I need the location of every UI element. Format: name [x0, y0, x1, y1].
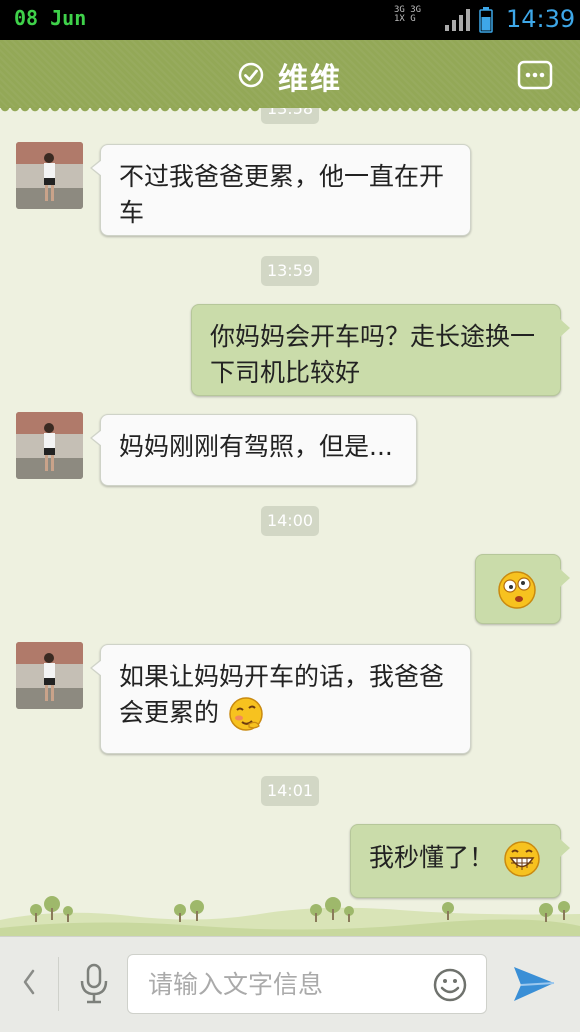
- message-text: 我秒懂了！: [369, 843, 495, 872]
- contact-avatar[interactable]: [16, 412, 83, 479]
- message-text: 妈妈刚刚有驾照，但是...: [119, 432, 393, 461]
- title-bar: 维维: [0, 40, 580, 114]
- microphone-icon[interactable]: [78, 963, 110, 1005]
- incoming-message[interactable]: 不过我爸爸更累，他一直在开车: [90, 144, 471, 236]
- battery-icon: [479, 7, 493, 33]
- message-text: 你妈妈会开车吗？走长途换一下司机比较好: [210, 322, 536, 387]
- check-circle-icon: [238, 62, 264, 88]
- contact-name: 维维: [278, 62, 342, 97]
- timestamp: 13:59: [261, 256, 319, 286]
- more-icon[interactable]: [517, 60, 553, 90]
- network-indicator: 3G 3G 1X G: [394, 6, 440, 34]
- status-time: 14:39: [506, 5, 576, 33]
- timestamp: 14:00: [261, 506, 319, 536]
- status-date: 08 Jun: [14, 6, 87, 30]
- incoming-message[interactable]: 妈妈刚刚有驾照，但是...: [90, 414, 417, 486]
- message-text: 不过我爸爸更累，他一直在开车: [119, 162, 445, 227]
- message-input-box: [127, 954, 487, 1014]
- dizzy-emoji-icon: [498, 571, 536, 609]
- message-text: 如果让妈妈开车的话，我爸爸会更累的: [119, 662, 445, 727]
- status-bar: 08 Jun 3G 3G 1X G 14:39: [0, 0, 580, 40]
- incoming-message[interactable]: 如果让妈妈开车的话，我爸爸会更累的: [90, 644, 471, 754]
- network-type-bottom: 1X G: [394, 14, 416, 24]
- shy-emoji-icon: [229, 697, 263, 731]
- send-icon[interactable]: [511, 963, 557, 1005]
- contact-avatar[interactable]: [16, 142, 83, 209]
- chat-area[interactable]: 13:58 不过我爸爸更累，他一直在开车 13:59 你妈妈会开车吗？走长途换一…: [0, 108, 580, 932]
- input-bar: [0, 936, 580, 1032]
- timestamp: 14:01: [261, 776, 319, 806]
- decorative-hills: [0, 896, 580, 936]
- chevron-left-icon[interactable]: [18, 965, 40, 999]
- outgoing-message[interactable]: 你妈妈会开车吗？走长途换一下司机比较好: [191, 304, 570, 396]
- message-input[interactable]: [148, 967, 418, 1001]
- smiley-icon[interactable]: [432, 967, 468, 1003]
- outgoing-message[interactable]: [475, 554, 570, 624]
- signal-icon: [445, 9, 470, 31]
- grin-emoji-icon: [504, 841, 540, 877]
- timestamp: 13:58: [261, 108, 319, 124]
- contact-avatar[interactable]: [16, 642, 83, 709]
- divider: [58, 957, 59, 1011]
